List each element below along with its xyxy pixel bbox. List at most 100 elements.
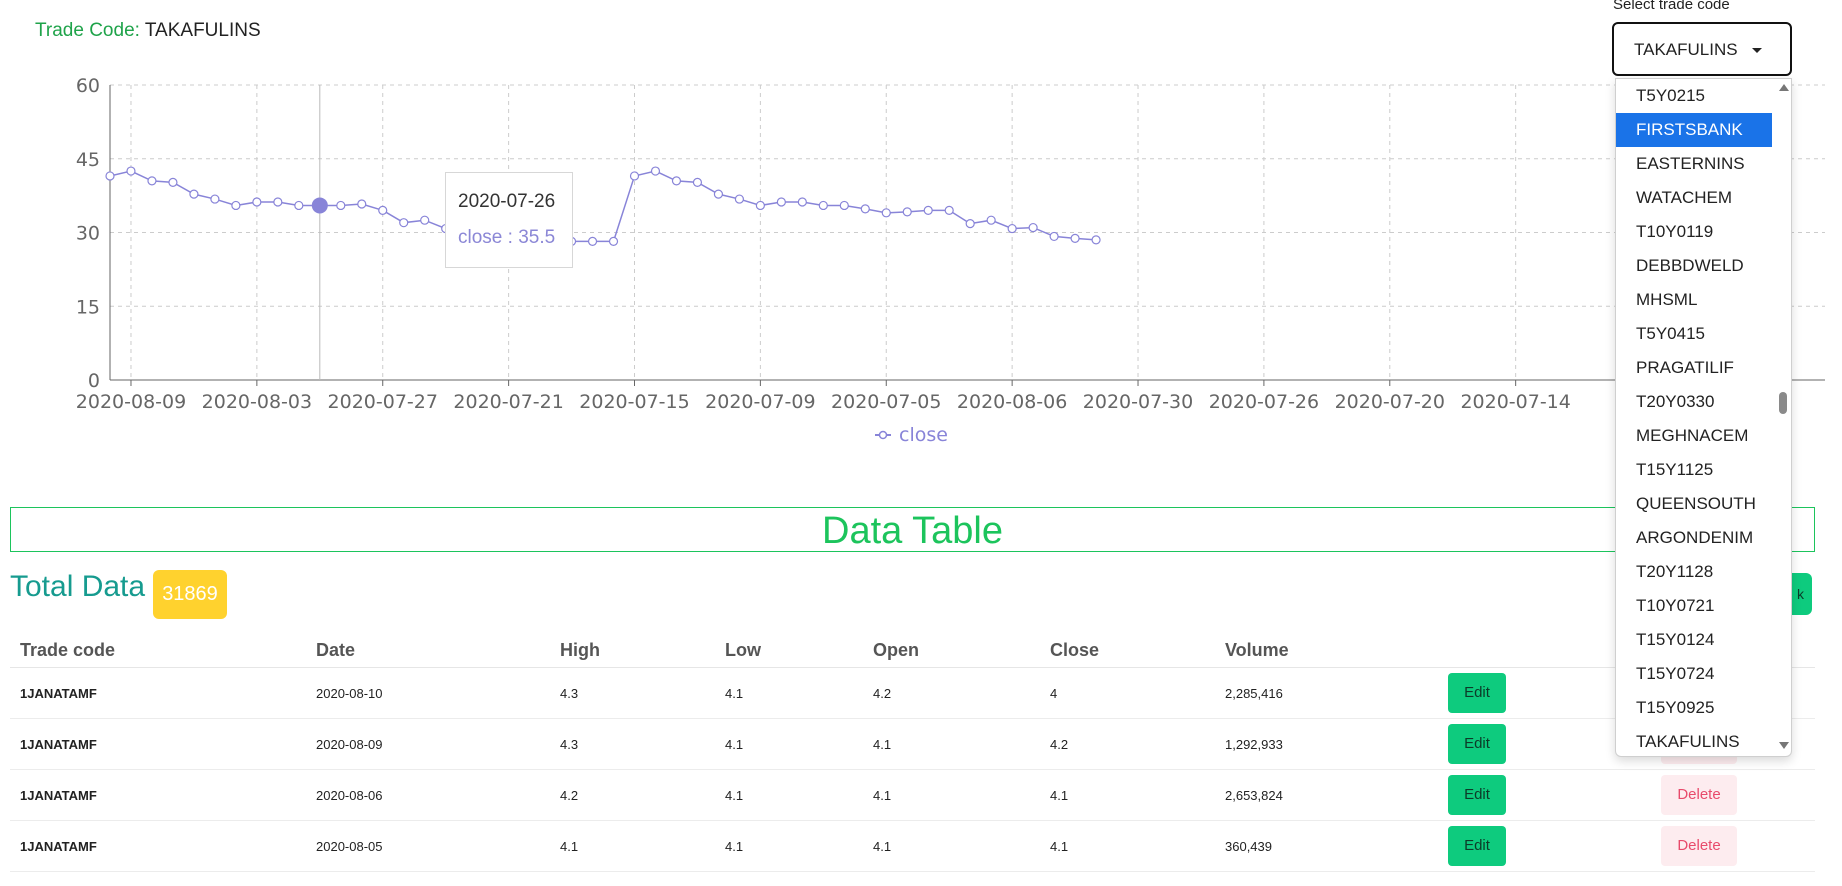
x-tick-label: 2020-07-05 [831, 391, 941, 413]
y-tick-label: 0 [88, 370, 100, 392]
dropdown-option[interactable]: T10Y0119 [1616, 215, 1772, 249]
data-table-banner: Data Table [10, 507, 1815, 552]
dropdown-option[interactable]: T20Y1128 [1616, 555, 1772, 589]
trade-code-value: TAKAFULINS [144, 20, 261, 41]
dropdown-option[interactable]: T10Y0721 [1616, 589, 1772, 623]
table-row: 1JANATAMF 2020-08-06 4.2 4.1 4.1 4.1 2,653,824… [10, 769, 1815, 821]
edit-button[interactable]: Edit [1448, 775, 1506, 815]
data-point [1007, 223, 1017, 234]
dropdown-option[interactable]: T15Y0925 [1616, 691, 1772, 725]
dropdown-option[interactable]: T15Y0124 [1616, 623, 1772, 657]
y-tick-label: 45 [76, 149, 100, 171]
dropdown-option[interactable]: FIRSTSBANK [1616, 113, 1772, 147]
dropdown-option[interactable]: MEGHNACEM [1616, 419, 1772, 453]
dropdown-scrollbar[interactable] [1777, 81, 1789, 752]
tooltip-date: 2020-07-26 [458, 191, 556, 212]
cell-date: 2020-08-05 [306, 820, 550, 872]
col-low: Low [715, 633, 863, 668]
table-row: 1JANATAMF 2020-08-10 4.3 4.1 4.2 4 2,285,416 Ed… [10, 667, 1815, 719]
data-point [881, 208, 891, 218]
data-point [126, 166, 136, 176]
dropdown-option[interactable]: WATACHEM [1616, 181, 1772, 215]
cell-edit: Edit [1438, 769, 1651, 821]
select-label: Select trade code [1613, 0, 1730, 13]
cell-close: 4 [1040, 667, 1215, 719]
cell-open: 4.1 [863, 820, 1040, 872]
dropdown-option[interactable]: T15Y1125 [1616, 453, 1772, 487]
select-value: TAKAFULINS [1634, 40, 1738, 59]
data-point [189, 189, 199, 199]
cell-trade-code: 1JANATAMF [10, 667, 306, 719]
cell-trade-code: 1JANATAMF [10, 769, 306, 821]
x-tick-label: 2020-07-30 [1083, 391, 1193, 413]
cell-high: 4.1 [550, 820, 715, 872]
cell-open: 4.1 [863, 769, 1040, 821]
data-point [650, 166, 661, 176]
dropdown-option[interactable]: ARGONDENIM [1616, 521, 1772, 555]
x-tick-label: 2020-07-20 [1335, 391, 1445, 413]
data-point [944, 205, 954, 215]
dropdown-option[interactable]: T15Y0724 [1616, 657, 1772, 691]
col-date: Date [306, 633, 550, 668]
dropdown-option[interactable]: T20Y0330 [1616, 385, 1772, 419]
dropdown-option[interactable]: MHSML [1616, 283, 1772, 317]
cell-low: 4.1 [715, 769, 863, 821]
dropdown-option[interactable]: T5Y0415 [1616, 317, 1772, 351]
edit-button[interactable]: Edit [1448, 724, 1506, 764]
data-point [986, 215, 996, 225]
data-point [399, 218, 409, 228]
cell-volume: 1,292,933 [1215, 718, 1438, 770]
y-tick-label: 15 [76, 296, 100, 318]
data-point [1091, 235, 1101, 245]
data-point [692, 177, 703, 187]
cell-volume: 360,439 [1215, 820, 1438, 872]
data-point [273, 197, 283, 207]
close-price-chart: 0 15 30 45 60 2020-08-09 2020-08-03 2020-07-27 2… [0, 75, 1842, 470]
delete-button[interactable]: Delete [1661, 775, 1737, 815]
x-tick-label: 2020-07-15 [579, 391, 689, 413]
dropdown-option[interactable]: QUEENSOUTH [1616, 487, 1772, 521]
trade-code-select[interactable]: TAKAFULINS [1612, 22, 1792, 76]
cell-delete: Delete [1651, 769, 1815, 821]
dropdown-option[interactable]: EASTERNINS [1616, 147, 1772, 181]
dropdown-option[interactable]: DEBBDWELD [1616, 249, 1772, 283]
cell-date: 2020-08-06 [306, 769, 550, 821]
cell-open: 4.1 [863, 718, 1040, 770]
cell-date: 2020-08-10 [306, 667, 550, 719]
x-tick-label: 2020-08-03 [202, 391, 312, 413]
data-point [252, 197, 262, 207]
scroll-down-arrow-icon[interactable] [1779, 742, 1789, 749]
data-point [294, 200, 304, 211]
data-point [818, 200, 828, 211]
trade-code-label: Trade Code: [35, 20, 140, 41]
x-tick-label: 2020-07-14 [1460, 391, 1570, 413]
x-tick-label: 2020-08-06 [957, 391, 1067, 413]
data-point [755, 200, 765, 211]
dropdown-option[interactable]: PRAGATILIF [1616, 351, 1772, 385]
scroll-up-arrow-icon[interactable] [1779, 84, 1789, 91]
cell-close: 4.1 [1040, 820, 1215, 872]
y-tick-label: 60 [76, 75, 100, 97]
edit-button[interactable]: Edit [1448, 673, 1506, 713]
edit-button[interactable]: Edit [1448, 826, 1506, 866]
data-point [210, 194, 220, 204]
x-tick-label: 2020-07-27 [328, 391, 438, 413]
dropdown-option[interactable]: TAKAFULINS [1616, 725, 1772, 756]
dropdown-option[interactable]: T5Y0215 [1616, 79, 1772, 113]
table-header-row: Trade code Date High Low Open Close Volu… [10, 633, 1815, 668]
y-tick-label: 30 [76, 223, 100, 245]
data-point [608, 236, 619, 246]
data-point [336, 200, 346, 211]
chart-svg: 0 15 30 45 60 2020-08-09 2020-08-03 2020-07-27 2… [76, 75, 1825, 446]
data-point [923, 205, 933, 215]
delete-button[interactable]: Delete [1661, 826, 1737, 866]
data-point [629, 171, 640, 181]
data-point [587, 236, 598, 246]
data-point [671, 176, 682, 186]
cell-high: 4.3 [550, 667, 715, 719]
data-point [797, 197, 807, 207]
scroll-thumb[interactable] [1779, 392, 1787, 414]
trade-code-dropdown[interactable]: T5Y0215 FIRSTSBANK EASTERNINS WATACHEM T10Y0… [1615, 78, 1792, 757]
cell-low: 4.1 [715, 820, 863, 872]
data-point [105, 171, 115, 181]
